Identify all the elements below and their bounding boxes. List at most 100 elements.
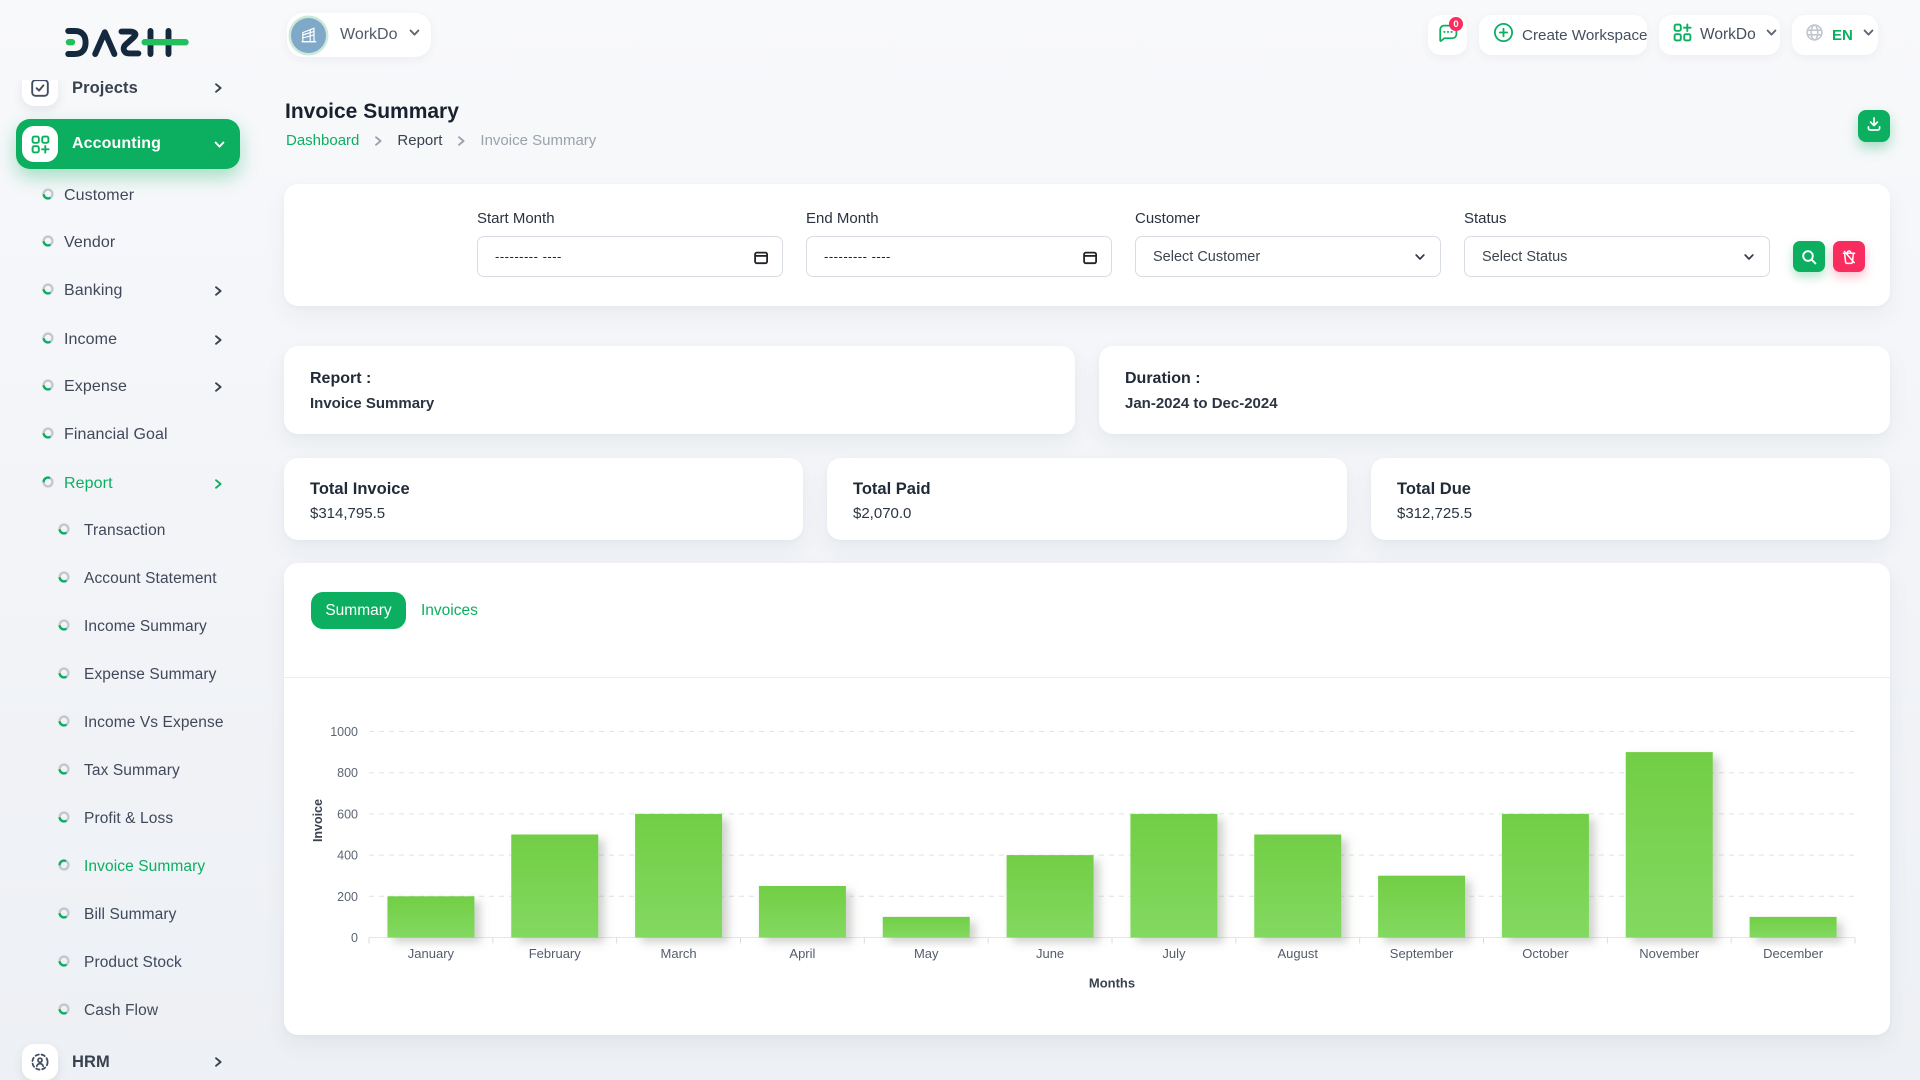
ring-icon xyxy=(58,1002,70,1020)
sidebar-item-cash-flow[interactable]: Cash Flow xyxy=(0,987,240,1035)
svg-text:Invoice: Invoice xyxy=(311,799,325,842)
search-icon xyxy=(1800,248,1818,266)
svg-text:July: July xyxy=(1162,946,1186,961)
create-workspace-button[interactable]: Create Workspace xyxy=(1479,15,1647,55)
ring-icon xyxy=(58,570,70,588)
chevron-right-icon xyxy=(211,477,225,491)
sidebar-item-expense-summary[interactable]: Expense Summary xyxy=(0,651,240,699)
sidebar-item-income-vs-expense[interactable]: Income Vs Expense xyxy=(0,699,240,747)
filter-label-start-month: Start Month xyxy=(477,210,783,227)
svg-text:1000: 1000 xyxy=(330,725,358,739)
sidebar-item-financial-goal[interactable]: Financial Goal xyxy=(0,411,240,459)
sidebar-item-customer[interactable]: Customer xyxy=(0,172,240,220)
calendar-icon xyxy=(753,249,769,265)
bar-july xyxy=(1130,814,1217,938)
sidebar: Projects Accounting Customer Vendor Bank… xyxy=(0,0,260,1080)
chart-card: Summary Invoices 02004006008001000Januar… xyxy=(284,563,1890,1035)
ring-icon xyxy=(42,426,54,444)
start-month-input[interactable]: --------- ---- xyxy=(477,236,783,277)
sidebar-item-vendor[interactable]: Vendor xyxy=(0,219,240,267)
tabs: Summary Invoices xyxy=(311,592,478,629)
ring-icon xyxy=(42,475,54,493)
sidebar-item-report[interactable]: Report xyxy=(0,460,240,508)
breadcrumb-dashboard[interactable]: Dashboard xyxy=(286,132,359,149)
ring-icon xyxy=(42,331,54,349)
status-select[interactable]: Select Status xyxy=(1464,236,1770,277)
sidebar-nav: Projects Accounting Customer Vendor Bank… xyxy=(0,80,260,1080)
grid-plus-icon xyxy=(22,126,58,162)
total-invoice-card: Total Invoice $314,795.5 xyxy=(284,458,803,540)
svg-text:0: 0 xyxy=(351,931,358,945)
workspace-name: WorkDo xyxy=(340,26,398,44)
search-button[interactable] xyxy=(1793,241,1825,272)
svg-text:200: 200 xyxy=(337,890,358,904)
dash-logo[interactable] xyxy=(60,22,190,58)
plus-circle-icon xyxy=(1493,22,1514,48)
chevron-right-icon xyxy=(211,380,225,394)
reset-button[interactable] xyxy=(1833,241,1865,272)
ring-icon xyxy=(42,187,54,205)
ring-icon xyxy=(42,282,54,300)
trash-slash-icon xyxy=(1840,248,1858,266)
ring-icon xyxy=(58,810,70,828)
duration-value: Jan-2024 to Dec-2024 xyxy=(1125,395,1864,412)
chevron-right-icon xyxy=(211,284,225,298)
breadcrumb-invoice-summary: Invoice Summary xyxy=(480,132,596,149)
duration-label: Duration : xyxy=(1125,370,1864,388)
invoice-bar-chart: 02004006008001000JanuaryFebruaryMarchApr… xyxy=(284,678,1890,1034)
sidebar-item-income[interactable]: Income xyxy=(0,316,240,364)
checkbox-icon xyxy=(22,80,58,106)
sidebar-item-bill-summary[interactable]: Bill Summary xyxy=(0,891,240,939)
bar-september xyxy=(1378,876,1465,938)
sidebar-item-banking[interactable]: Banking xyxy=(0,267,240,315)
chevron-right-icon xyxy=(454,134,468,148)
filter-label-status: Status xyxy=(1464,210,1770,227)
filter-card: Start Month --------- ---- End Month ---… xyxy=(284,184,1890,306)
workspace-switcher[interactable]: WorkDo xyxy=(287,13,431,57)
bar-october xyxy=(1502,814,1589,938)
breadcrumb: Dashboard Report Invoice Summary xyxy=(286,132,596,149)
language-button[interactable]: EN xyxy=(1792,15,1878,55)
calendar-icon xyxy=(1082,249,1098,265)
app-switcher-button[interactable]: WorkDo xyxy=(1659,15,1780,55)
ring-icon xyxy=(58,618,70,636)
total-due-card: Total Due $312,725.5 xyxy=(1371,458,1890,540)
chevron-down-icon xyxy=(1861,25,1876,45)
sidebar-item-expense[interactable]: Expense xyxy=(0,363,240,411)
svg-text:June: June xyxy=(1036,946,1064,961)
chevron-down-icon xyxy=(1413,250,1427,264)
breadcrumb-report[interactable]: Report xyxy=(397,132,442,149)
total-paid-card: Total Paid $2,070.0 xyxy=(827,458,1347,540)
filter-label-end-month: End Month xyxy=(806,210,1112,227)
sidebar-item-invoice-summary[interactable]: Invoice Summary xyxy=(0,843,240,891)
tab-invoices[interactable]: Invoices xyxy=(421,602,478,620)
ring-icon xyxy=(58,906,70,924)
sidebar-item-transaction[interactable]: Transaction xyxy=(0,507,240,555)
sidebar-item-projects[interactable]: Projects xyxy=(0,80,240,112)
chevron-right-icon xyxy=(211,1055,225,1069)
sidebar-item-hrm[interactable]: HRM xyxy=(0,1038,240,1080)
chevron-right-icon xyxy=(371,134,385,148)
sidebar-item-tax-summary[interactable]: Tax Summary xyxy=(0,747,240,795)
bar-august xyxy=(1254,835,1341,938)
globe-icon xyxy=(1805,23,1824,47)
chevron-right-icon xyxy=(211,81,225,95)
duration-card: Duration : Jan-2024 to Dec-2024 xyxy=(1099,346,1890,434)
svg-text:400: 400 xyxy=(337,849,358,863)
download-button[interactable] xyxy=(1858,110,1890,142)
sidebar-item-account-statement[interactable]: Account Statement xyxy=(0,555,240,603)
customer-select[interactable]: Select Customer xyxy=(1135,236,1441,277)
svg-text:January: January xyxy=(408,946,455,961)
ring-icon xyxy=(42,234,54,252)
sidebar-item-profit-loss[interactable]: Profit & Loss xyxy=(0,795,240,843)
bar-march xyxy=(635,814,722,938)
report-card: Report : Invoice Summary xyxy=(284,346,1075,434)
sidebar-item-accounting[interactable]: Accounting xyxy=(16,119,240,169)
tab-summary[interactable]: Summary xyxy=(311,592,406,629)
svg-text:March: March xyxy=(661,946,697,961)
sidebar-item-income-summary[interactable]: Income Summary xyxy=(0,603,240,651)
ring-icon xyxy=(58,714,70,732)
bar-december xyxy=(1750,917,1837,938)
end-month-input[interactable]: --------- ---- xyxy=(806,236,1112,277)
sidebar-item-product-stock[interactable]: Product Stock xyxy=(0,939,240,987)
